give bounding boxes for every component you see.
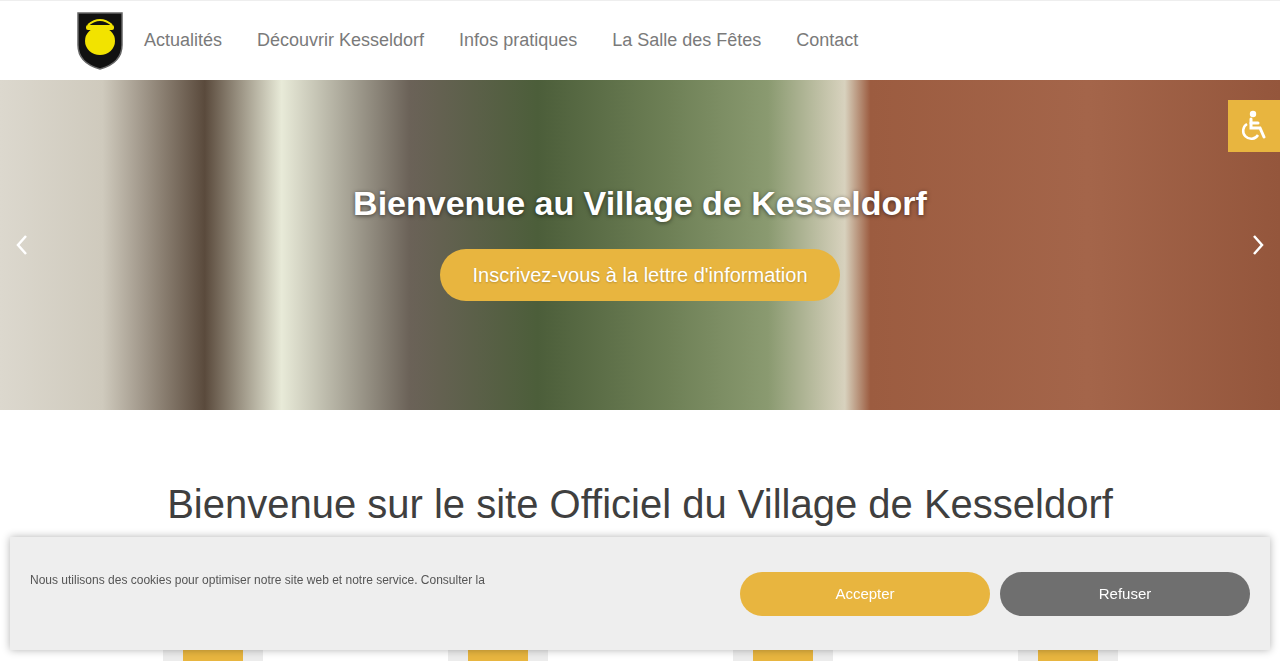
village-logo-icon[interactable]	[76, 11, 124, 71]
prev-arrow-icon[interactable]	[12, 230, 32, 260]
cookie-banner: Nous utilisons des cookies pour optimise…	[10, 537, 1270, 650]
site-header: Actualités Découvrir Kesseldorf Infos prat…	[0, 0, 1280, 80]
refuse-button[interactable]: Refuser	[1000, 572, 1250, 616]
nav-item[interactable]: Découvrir Kesseldorf	[257, 30, 424, 51]
newsletter-button[interactable]: Inscrivez-vous à la lettre d'information	[440, 249, 839, 301]
nav-item[interactable]: Contact	[796, 30, 858, 51]
hero-title: Bienvenue au Village de Kesseldorf	[353, 184, 927, 223]
next-arrow-icon[interactable]	[1248, 230, 1268, 260]
accessibility-icon[interactable]	[1228, 100, 1280, 152]
main-nav: Actualités Découvrir Kesseldorf Infos prat…	[144, 30, 858, 51]
nav-item[interactable]: Infos pratiques	[459, 30, 577, 51]
cookie-text: Nous utilisons des cookies pour optimise…	[30, 537, 485, 650]
nav-item[interactable]: Actualités	[144, 30, 222, 51]
page-heading: Bienvenue sur le site Officiel du Villag…	[0, 482, 1280, 527]
accept-button[interactable]: Accepter	[740, 572, 990, 616]
nav-item[interactable]: La Salle des Fêtes	[612, 30, 761, 51]
cookie-buttons: AccepterRefuser	[740, 537, 1250, 650]
hero-slider: Bienvenue au Village de Kesseldorf Inscri…	[0, 80, 1280, 410]
